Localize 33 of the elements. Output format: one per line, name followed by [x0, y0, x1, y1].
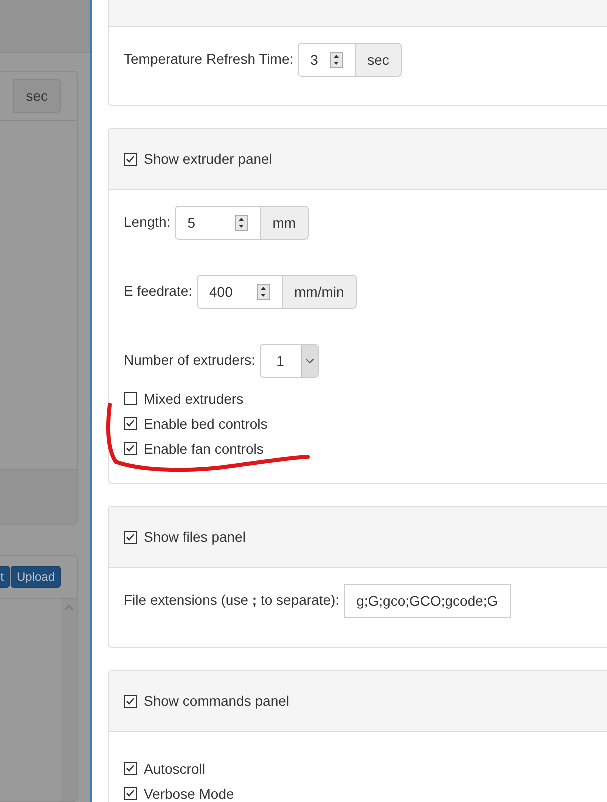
checkbox-label: Mixed extruders: [144, 390, 244, 406]
toolbar-button[interactable]: Upload: [10, 566, 61, 588]
checkbox-label: Autoscroll: [144, 760, 206, 776]
checked-checkbox[interactable]: [124, 152, 137, 166]
select-dropdown[interactable]: 1: [260, 344, 318, 378]
panel-title: Show extruder panel: [144, 151, 272, 167]
checked-checkbox[interactable]: [124, 530, 137, 544]
unit-addon: sec: [13, 79, 61, 113]
checkbox-label: Enable fan controls: [144, 440, 264, 456]
field-label: File extensions (use ; to separate):: [124, 592, 340, 608]
spinner-icon[interactable]: [256, 284, 270, 300]
spinner-icon[interactable]: [330, 52, 343, 68]
checked-checkbox[interactable]: [124, 442, 137, 455]
checked-checkbox[interactable]: [124, 417, 137, 430]
number-field[interactable]: 400 mm/min: [196, 275, 358, 309]
text-field[interactable]: g;G;gco;GCO;gcode;G: [344, 584, 512, 618]
field-label: Length:: [124, 214, 171, 230]
panel-title: Show files panel: [144, 529, 246, 545]
spinner-icon[interactable]: [234, 215, 248, 231]
field-label: E feedrate:: [124, 283, 192, 299]
checked-checkbox[interactable]: [124, 694, 137, 708]
checkbox-label: Verbose Mode: [144, 786, 234, 802]
checked-checkbox[interactable]: [124, 762, 137, 775]
panel-title: Show commands panel: [144, 693, 290, 709]
field-label: Number of extruders:: [124, 352, 256, 368]
toolbar-button[interactable]: t: [0, 566, 10, 588]
number-field[interactable]: 3 sec: [298, 43, 402, 77]
number-field[interactable]: 5 mm: [174, 206, 310, 240]
chevron-down-icon: [306, 358, 314, 364]
field-label: Temperature Refresh Time:: [124, 51, 294, 67]
checkbox[interactable]: [124, 392, 137, 405]
checked-checkbox[interactable]: [124, 787, 137, 800]
checkbox-label: Enable bed controls: [144, 416, 268, 432]
